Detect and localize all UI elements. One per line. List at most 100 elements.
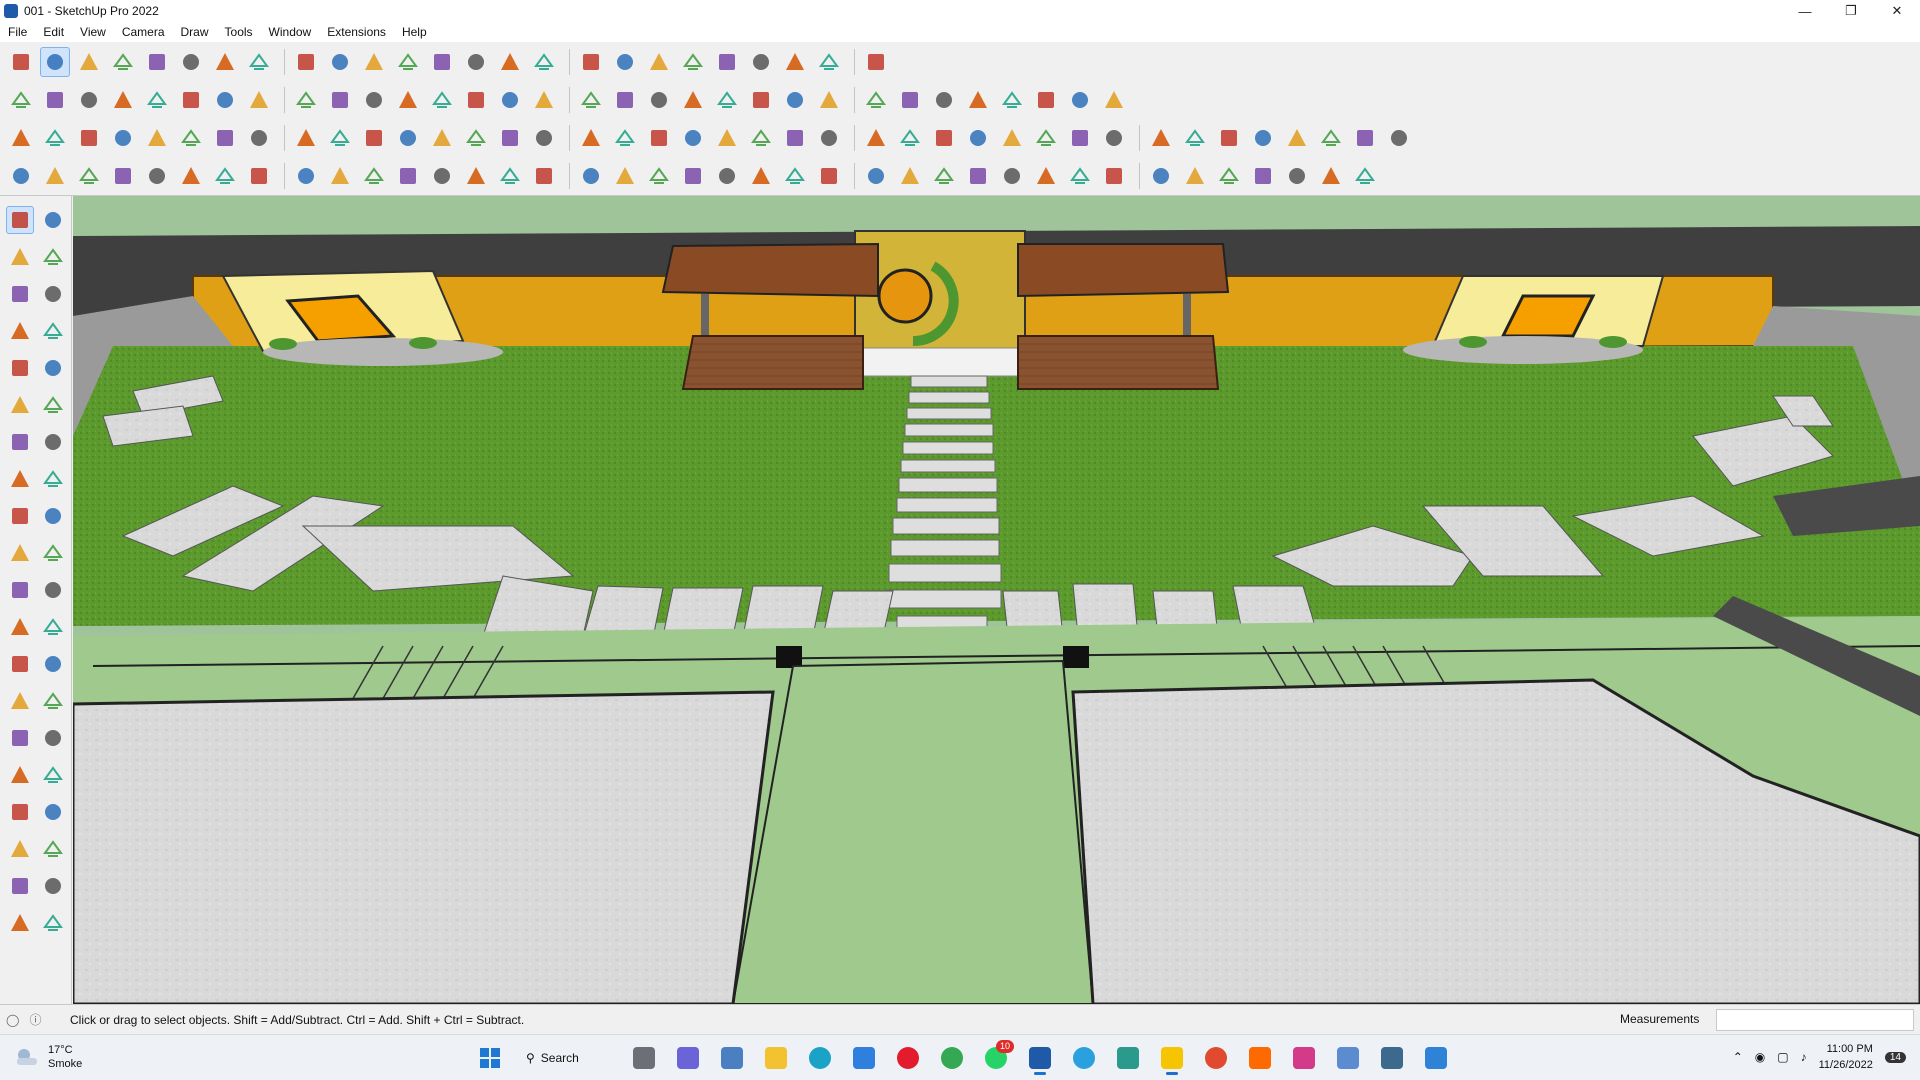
rotated-rectangle-icon[interactable]: [39, 354, 67, 382]
menu-help[interactable]: Help: [402, 25, 427, 39]
orbit-icon[interactable]: [6, 687, 34, 715]
smooth-icon[interactable]: [1214, 123, 1244, 153]
walk-icon[interactable]: [6, 798, 34, 826]
front-view-icon[interactable]: [108, 85, 138, 115]
grid-c-icon[interactable]: [1248, 161, 1278, 191]
arc-icon[interactable]: [6, 428, 34, 456]
select-icon[interactable]: [6, 206, 34, 234]
polygon-icon[interactable]: [39, 391, 67, 419]
text-icon[interactable]: [427, 47, 457, 77]
volume-icon[interactable]: ♪: [1801, 1050, 1807, 1064]
orbit-lasso-icon[interactable]: [39, 206, 67, 234]
circle-icon[interactable]: [780, 123, 810, 153]
layer-blue-icon[interactable]: [6, 161, 36, 191]
circle-icon[interactable]: [6, 391, 34, 419]
protractor-icon[interactable]: [142, 123, 172, 153]
sketchup-icon[interactable]: [1022, 1040, 1058, 1076]
paint-bucket-icon[interactable]: [461, 47, 491, 77]
rotate-icon[interactable]: [6, 502, 34, 530]
section-plane-icon[interactable]: [495, 85, 525, 115]
lock-icon[interactable]: [495, 123, 525, 153]
layers-icon[interactable]: [712, 47, 742, 77]
3d-text-icon[interactable]: [210, 123, 240, 153]
warehouse-icon[interactable]: [644, 47, 674, 77]
file-explorer-icon[interactable]: [758, 1040, 794, 1076]
iso-view-icon[interactable]: [40, 85, 70, 115]
grid-b-icon[interactable]: [1214, 161, 1244, 191]
notification-count[interactable]: 14: [1884, 1051, 1906, 1063]
warning-icon[interactable]: [678, 161, 708, 191]
orbit-icon[interactable]: [495, 47, 525, 77]
eraser-icon[interactable]: [74, 47, 104, 77]
previous-icon[interactable]: [39, 761, 67, 789]
menu-extensions[interactable]: Extensions: [327, 25, 386, 39]
soundcloud-icon[interactable]: [1242, 1040, 1278, 1076]
puzzle-icon[interactable]: [929, 161, 959, 191]
arc-tool-icon[interactable]: [210, 161, 240, 191]
info-icon[interactable]: ⓘ: [29, 1011, 41, 1028]
subdivide-icon[interactable]: [1180, 123, 1210, 153]
fog-icon[interactable]: [1099, 85, 1129, 115]
menu-draw[interactable]: Draw: [181, 25, 209, 39]
loft-icon[interactable]: [963, 123, 993, 153]
offset-icon[interactable]: [39, 539, 67, 567]
plugin-d-icon[interactable]: [1099, 161, 1129, 191]
paint-icon[interactable]: [6, 243, 34, 271]
axes-icon[interactable]: [963, 85, 993, 115]
face-icon[interactable]: [1384, 123, 1414, 153]
whatsapp-icon[interactable]: 10: [978, 1040, 1014, 1076]
maximize-icon[interactable]: ❐: [1828, 0, 1874, 22]
intersect-icon[interactable]: [610, 123, 640, 153]
polygon-icon[interactable]: [746, 123, 776, 153]
grammarly-icon[interactable]: [1198, 1040, 1234, 1076]
section-cut-icon[interactable]: [529, 85, 559, 115]
bezier-icon[interactable]: [861, 123, 891, 153]
measure-icon[interactable]: [74, 123, 104, 153]
scatter-icon[interactable]: [1282, 161, 1312, 191]
soften-icon[interactable]: [393, 123, 423, 153]
stair-icon[interactable]: [427, 161, 457, 191]
pencil-icon[interactable]: [39, 280, 67, 308]
styles-icon[interactable]: [746, 47, 776, 77]
solid-trim-icon[interactable]: [678, 85, 708, 115]
eraser-icon[interactable]: [39, 243, 67, 271]
follow-me-icon[interactable]: [244, 47, 274, 77]
plugin-e-icon[interactable]: [1146, 161, 1176, 191]
pan-icon[interactable]: [39, 687, 67, 715]
unlock-icon[interactable]: [529, 123, 559, 153]
left-view-icon[interactable]: [210, 85, 240, 115]
clock[interactable]: 11:00 PM 11/26/2022: [1819, 1041, 1873, 1073]
move-vertex-icon[interactable]: [814, 161, 844, 191]
rotate-icon[interactable]: [325, 47, 355, 77]
pyramid-icon[interactable]: [644, 161, 674, 191]
coil-icon[interactable]: [780, 161, 810, 191]
rectangle-icon[interactable]: [6, 354, 34, 382]
close-icon[interactable]: ✕: [1874, 0, 1920, 22]
edge-icon[interactable]: [802, 1040, 838, 1076]
star-icon[interactable]: [576, 161, 606, 191]
freehand-icon[interactable]: [39, 317, 67, 345]
push-pull-icon[interactable]: [39, 465, 67, 493]
profile-icon[interactable]: [780, 47, 810, 77]
extension-icon[interactable]: [39, 872, 67, 900]
look-around-icon[interactable]: [39, 798, 67, 826]
cross-icon[interactable]: [529, 161, 559, 191]
component-icon[interactable]: [6, 123, 36, 153]
curve-icon[interactable]: [678, 123, 708, 153]
opera-icon[interactable]: [890, 1040, 926, 1076]
fillet-icon[interactable]: [1146, 123, 1176, 153]
page-icon[interactable]: [325, 161, 355, 191]
zoom-icon[interactable]: [6, 724, 34, 752]
gear-icon[interactable]: [963, 161, 993, 191]
spiral-icon[interactable]: [746, 161, 776, 191]
taskbar-search[interactable]: ⚲ Search: [516, 1040, 618, 1076]
warehouse-icon[interactable]: [6, 872, 34, 900]
tape-measure-icon[interactable]: [393, 47, 423, 77]
start-icon[interactable]: [472, 1040, 508, 1076]
shell-icon[interactable]: [1031, 123, 1061, 153]
move-icon[interactable]: [6, 465, 34, 493]
zoom-window-icon[interactable]: [39, 724, 67, 752]
search-icon[interactable]: [6, 47, 36, 77]
geolocation-icon[interactable]: ◯: [6, 1013, 19, 1027]
section-fill-icon[interactable]: [576, 85, 606, 115]
